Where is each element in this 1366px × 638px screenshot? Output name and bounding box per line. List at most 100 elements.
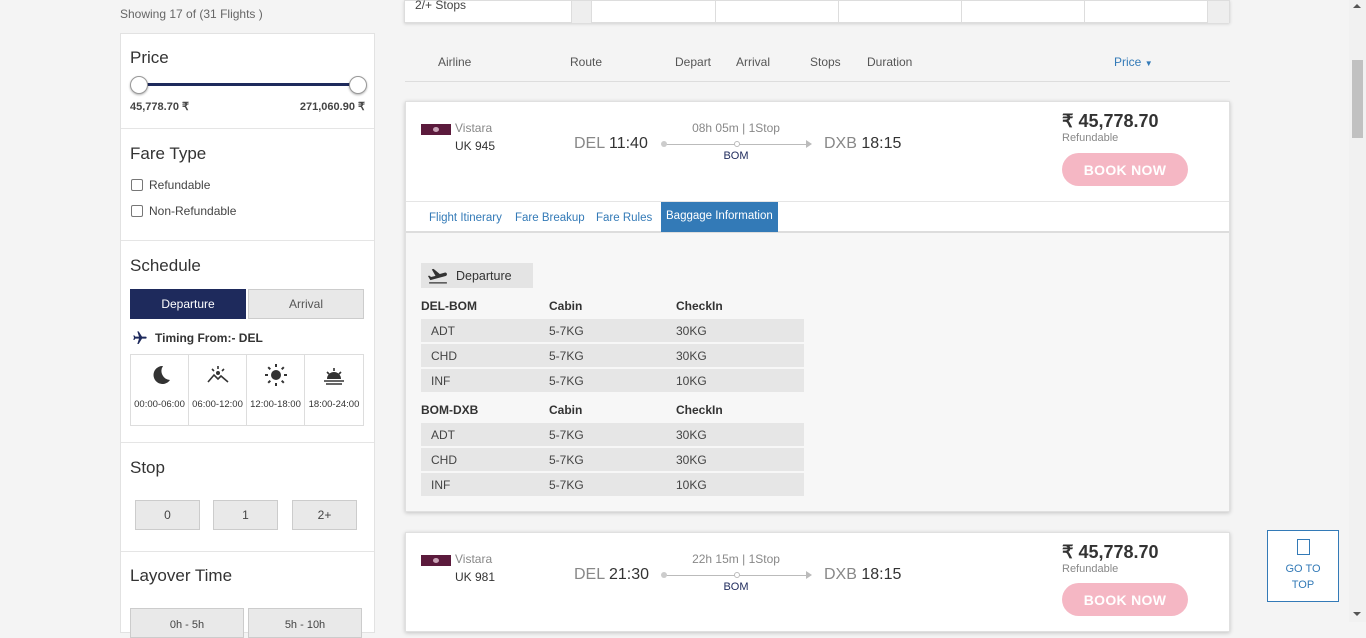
baggage-row: ADT 5-7KG 30KG — [421, 423, 804, 446]
col-route[interactable]: Route — [570, 55, 602, 69]
tab-flight-itinerary[interactable]: Flight Itinerary — [429, 212, 502, 224]
price-slider-track[interactable] — [139, 83, 359, 86]
departure-tag-label: Departure — [456, 268, 512, 283]
fare-price: ₹ 45,778.70 — [1062, 111, 1159, 131]
checkin-value: 10KG — [676, 374, 707, 388]
refund-status: Refundable — [1062, 132, 1119, 144]
time-slot-afternoon[interactable]: 12:00-18:00 — [247, 355, 305, 425]
departure-tab[interactable]: Departure — [130, 289, 246, 319]
strip-cell — [1084, 1, 1085, 23]
cabin-value: 5-7KG — [549, 453, 584, 467]
results-header: Airline Route Depart Arrival Stops Durat… — [405, 50, 1230, 82]
non-refundable-checkbox[interactable]: Non-Refundable — [131, 204, 236, 218]
cabin-value: 5-7KG — [549, 374, 584, 388]
baggage-row: CHD 5-7KG 30KG — [421, 448, 804, 471]
pax-type: ADT — [431, 428, 455, 442]
via-airport: BOM — [723, 581, 749, 593]
airplane-icon — [133, 331, 147, 344]
flight-duration: 08h 05m | 1Stop — [692, 121, 780, 135]
checkin-value: 10KG — [676, 478, 707, 492]
fare-price: ₹ 45,778.70 — [1062, 542, 1159, 562]
go-to-top-button[interactable]: GO TO TOP — [1267, 530, 1339, 602]
arr-code: DXB — [824, 566, 857, 583]
price-min-handle[interactable] — [130, 76, 148, 94]
departure: DEL 21:30 — [574, 566, 649, 584]
strip-cell — [1207, 1, 1229, 23]
results-count: Showing 17 of (31 Flights ) — [120, 7, 263, 21]
airline-name: Vistara — [455, 121, 493, 135]
stop-title: Stop — [130, 458, 165, 477]
checkin-value: 30KG — [676, 324, 707, 338]
col-airline[interactable]: Airline — [438, 55, 471, 69]
checkbox-icon[interactable] — [131, 179, 143, 191]
col-price-label: Price — [1114, 55, 1142, 69]
sunrise-icon — [206, 366, 229, 383]
cabin-header: Cabin — [549, 299, 583, 313]
fare-type-filter: Fare Type Refundable Non-Refundable — [121, 129, 374, 241]
stop-0-button[interactable]: 0 — [135, 500, 200, 530]
time-slot-label: 18:00-24:00 — [308, 399, 360, 410]
refundable-label: Refundable — [149, 178, 211, 192]
time-slot-label: 06:00-12:00 — [192, 399, 243, 410]
time-slot-night[interactable]: 00:00-06:00 — [131, 355, 189, 425]
col-arrival[interactable]: Arrival — [736, 55, 770, 69]
airline-logo — [421, 124, 451, 135]
tab-fare-breakup[interactable]: Fare Breakup — [515, 212, 585, 224]
stop-dot — [734, 572, 740, 578]
go-to-top-icon — [1296, 539, 1310, 555]
pax-type: INF — [431, 478, 451, 492]
dep-code: DEL — [574, 135, 605, 152]
arrival-tab[interactable]: Arrival — [248, 289, 364, 319]
stop-2plus-button[interactable]: 2+ — [292, 500, 357, 530]
checkin-header: CheckIn — [676, 299, 723, 313]
cabin-value: 5-7KG — [549, 428, 584, 442]
tab-baggage-information[interactable]: Baggage Information — [661, 202, 778, 232]
via-airport: BOM — [723, 150, 749, 162]
scroll-down-arrow-icon[interactable] — [1353, 612, 1361, 616]
book-now-button[interactable]: BOOK NOW — [1062, 583, 1188, 616]
arr-time: 18:15 — [861, 566, 902, 583]
refund-status: Refundable — [1062, 563, 1119, 575]
book-now-button[interactable]: BOOK NOW — [1062, 153, 1188, 186]
cabin-value: 5-7KG — [549, 349, 584, 363]
scroll-up-arrow-icon[interactable] — [1353, 4, 1361, 8]
scrollbar-thumb[interactable] — [1352, 60, 1363, 138]
arr-code: DXB — [824, 135, 857, 152]
price-max-handle[interactable] — [349, 76, 367, 94]
layover-0-5-button[interactable]: 0h - 5h — [130, 608, 244, 638]
time-slot-grid: 00:00-06:00 06:00-12:00 12:00-18:00 18:0… — [130, 354, 364, 426]
takeoff-icon — [427, 268, 447, 284]
checkbox-icon[interactable] — [131, 205, 143, 217]
stop-1-button[interactable]: 1 — [213, 500, 278, 530]
col-stops[interactable]: Stops — [810, 55, 841, 69]
flight-card: Vistara UK 981 DEL 21:30 22h 15m | 1Stop… — [405, 532, 1230, 632]
page-scrollbar[interactable] — [1349, 0, 1366, 622]
caret-down-icon: ▼ — [1144, 59, 1153, 68]
col-duration[interactable]: Duration — [867, 55, 912, 69]
col-price-sort[interactable]: Price ▼ — [1114, 55, 1153, 69]
strip-cell — [571, 1, 591, 23]
flight-duration: 22h 15m | 1Stop — [692, 552, 780, 566]
stops-strip-label: 2/+ Stops — [415, 0, 467, 12]
arr-time: 18:15 — [861, 135, 902, 152]
baggage-row: ADT 5-7KG 30KG — [421, 319, 804, 342]
refundable-checkbox[interactable]: Refundable — [131, 178, 210, 192]
price-max-value: 271,060.90 ₹ — [299, 101, 365, 113]
time-slot-evening[interactable]: 18:00-24:00 — [305, 355, 363, 425]
dep-time: 21:30 — [608, 566, 650, 583]
tab-fare-rules[interactable]: Fare Rules — [596, 212, 652, 224]
time-slot-morning[interactable]: 06:00-12:00 — [189, 355, 247, 425]
dep-time: 11:40 — [608, 135, 648, 152]
fare-type-title: Fare Type — [130, 144, 207, 163]
cabin-value: 5-7KG — [549, 478, 584, 492]
flight-number: UK 981 — [455, 570, 496, 584]
col-depart[interactable]: Depart — [675, 55, 711, 69]
layover-5-10-button[interactable]: 5h - 10h — [248, 608, 362, 638]
moon-icon — [153, 365, 170, 384]
baggage-row: INF 5-7KG 10KG — [421, 473, 804, 496]
baggage-panel: Departure DEL-BOM Cabin CheckIn ADT 5-7K… — [406, 233, 1229, 511]
timing-label: Timing From:- DEL — [155, 331, 263, 345]
leg-name: DEL-BOM — [421, 299, 477, 313]
stop-dot — [734, 141, 740, 147]
pax-type: CHD — [431, 453, 457, 467]
